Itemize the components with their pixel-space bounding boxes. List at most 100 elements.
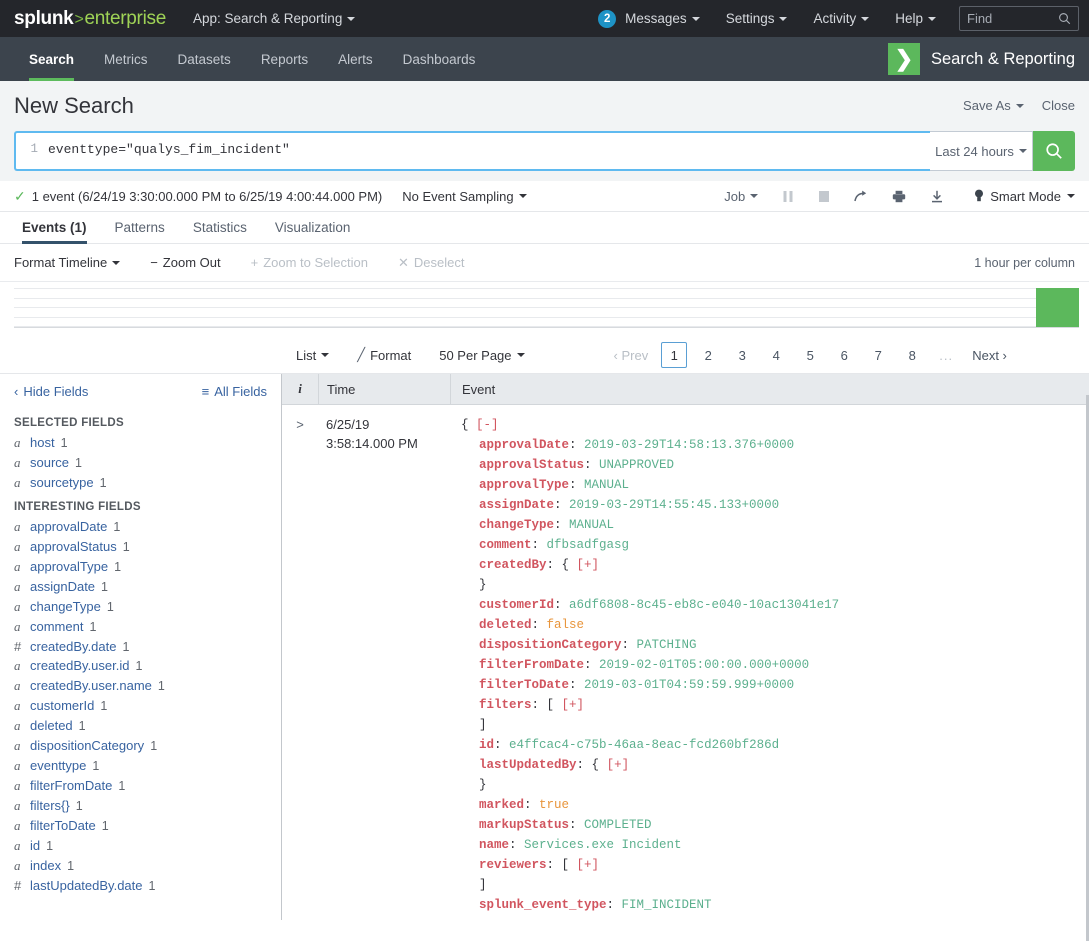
interesting-field-comment[interactable]: acomment1 [0,617,281,637]
json-key[interactable]: approvalDate [479,438,569,452]
json-key[interactable]: approvalType [479,478,569,492]
interesting-field-dispositioncategory[interactable]: adispositionCategory1 [0,736,281,756]
search-mode-menu[interactable]: Smart Mode [956,189,1075,204]
interesting-field-approvaldate[interactable]: aapprovalDate1 [0,517,281,537]
json-value[interactable]: PATCHING [637,638,697,652]
find-input[interactable]: Find [959,6,1079,31]
json-key[interactable]: dispositionCategory [479,638,622,652]
json-value[interactable]: true [539,798,569,812]
json-key[interactable]: approvalStatus [479,458,584,472]
json-collapse-toggle[interactable]: [-] [476,418,499,432]
pager-page-8[interactable]: 8 [899,342,925,368]
pager-page-3[interactable]: 3 [729,342,755,368]
json-key[interactable]: customerId [479,598,554,612]
help-menu[interactable]: Help [882,0,949,37]
zoom-out-button[interactable]: − Zoom Out [150,255,220,270]
json-value[interactable]: 2019-02-01T05:00:00.000+0000 [599,658,809,672]
save-as-menu[interactable]: Save As [963,98,1024,113]
json-value[interactable]: UNAPPROVED [599,458,674,472]
messages-menu[interactable]: 2 Messages [585,0,713,37]
app-selector-menu[interactable]: App: Search & Reporting [193,11,355,26]
pager-next[interactable]: Next › [967,342,1012,368]
interesting-field-filters--[interactable]: afilters{}1 [0,796,281,816]
event-sampling-menu[interactable]: No Event Sampling [402,189,526,204]
json-key[interactable]: filterToDate [479,678,569,692]
interesting-field-index[interactable]: aindex1 [0,856,281,876]
json-collapse-toggle[interactable]: [+] [577,558,600,572]
all-fields-button[interactable]: ≡ All Fields [202,384,267,399]
tab-visualization[interactable]: Visualization [261,212,365,243]
json-value[interactable]: COMPLETED [584,818,652,832]
json-key[interactable]: filterFromDate [479,658,584,672]
json-value[interactable]: 2019-03-29T14:58:13.376+0000 [584,438,794,452]
interesting-field-lastupdatedby-date[interactable]: #lastUpdatedBy.date1 [0,876,281,895]
nav-item-datasets[interactable]: Datasets [163,37,246,81]
interesting-field-deleted[interactable]: adeleted1 [0,716,281,736]
run-search-button[interactable] [1033,131,1075,171]
tab-statistics[interactable]: Statistics [179,212,261,243]
export-button[interactable] [918,190,956,203]
json-key[interactable]: comment [479,538,532,552]
stop-button[interactable] [806,190,842,203]
nav-item-search[interactable]: Search [14,37,89,81]
print-button[interactable] [880,190,918,203]
hide-fields-button[interactable]: ‹ Hide Fields [14,384,88,399]
json-value[interactable]: MANUAL [584,478,629,492]
selected-field-sourcetype[interactable]: asourcetype1 [0,473,281,493]
json-key[interactable]: filters [479,698,532,712]
json-value[interactable]: e4ffcac4-c75b-46aa-8eac-fcd260bf286d [509,738,779,752]
search-query-input[interactable]: 1 eventtype="qualys_fim_incident" [14,131,930,171]
pager-page-7[interactable]: 7 [865,342,891,368]
json-key[interactable]: deleted [479,618,532,632]
json-value[interactable]: FIM_INCIDENT [622,898,712,912]
splunk-logo[interactable]: splunk>enterprise [14,8,166,30]
interesting-field-approvaltype[interactable]: aapprovalType1 [0,557,281,577]
settings-menu[interactable]: Settings [713,0,801,37]
json-value[interactable]: false [547,618,585,632]
json-key[interactable]: createdBy [479,558,547,572]
pager-page-5[interactable]: 5 [797,342,823,368]
timeline-canvas[interactable] [14,288,1079,328]
interesting-field-id[interactable]: aid1 [0,836,281,856]
tab-events[interactable]: Events (1) [14,212,101,243]
timeline-bar[interactable] [1036,288,1079,327]
pager-page-1[interactable]: 1 [661,342,687,368]
interesting-field-approvalstatus[interactable]: aapprovalStatus1 [0,537,281,557]
interesting-field-customerid[interactable]: acustomerId1 [0,696,281,716]
interesting-field-createdby-user-id[interactable]: acreatedBy.user.id1 [0,656,281,676]
json-key[interactable]: name [479,838,509,852]
json-collapse-toggle[interactable]: [+] [607,758,630,772]
time-range-picker[interactable]: Last 24 hours [930,131,1033,171]
json-key[interactable]: splunk_event_type [479,898,607,912]
pager-page-4[interactable]: 4 [763,342,789,368]
json-value[interactable]: dfbsadfgasg [547,538,630,552]
json-collapse-toggle[interactable]: [+] [577,858,600,872]
json-value[interactable]: a6df6808-8c45-eb8c-e040-10ac13041e17 [569,598,839,612]
pager-page-6[interactable]: 6 [831,342,857,368]
interesting-field-createdby-user-name[interactable]: acreatedBy.user.name1 [0,676,281,696]
job-menu[interactable]: Job [712,189,770,204]
nav-item-reports[interactable]: Reports [246,37,323,81]
activity-menu[interactable]: Activity [800,0,882,37]
json-collapse-toggle[interactable]: [+] [562,698,585,712]
format-results-button[interactable]: ╱ Format [357,347,411,363]
per-page-menu[interactable]: 50 Per Page [439,348,524,363]
json-key[interactable]: id [479,738,494,752]
json-key[interactable]: lastUpdatedBy [479,758,577,772]
format-timeline-menu[interactable]: Format Timeline [14,255,120,270]
json-key[interactable]: assignDate [479,498,554,512]
interesting-field-filterfromdate[interactable]: afilterFromDate1 [0,776,281,796]
nav-item-metrics[interactable]: Metrics [89,37,163,81]
selected-field-source[interactable]: asource1 [0,453,281,473]
interesting-field-eventtype[interactable]: aeventtype1 [0,756,281,776]
json-key[interactable]: reviewers [479,858,547,872]
interesting-field-filtertodate[interactable]: afilterToDate1 [0,816,281,836]
share-button[interactable] [842,190,880,203]
tab-patterns[interactable]: Patterns [101,212,179,243]
events-timeline-chart[interactable] [0,282,1089,337]
json-value[interactable]: 2019-03-29T14:55:45.133+0000 [569,498,779,512]
nav-item-dashboards[interactable]: Dashboards [388,37,491,81]
column-header-event[interactable]: Event [450,374,1089,404]
column-header-time[interactable]: Time [318,374,450,404]
pause-button[interactable] [770,190,806,203]
